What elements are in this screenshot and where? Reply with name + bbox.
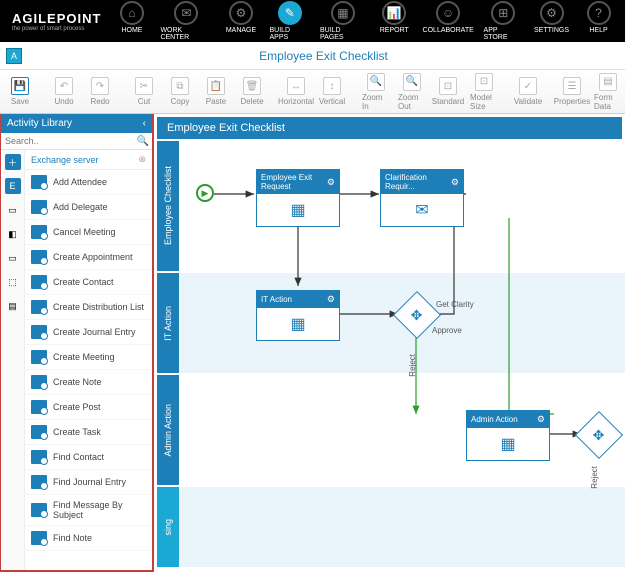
gear-icon[interactable]: ⚙: [537, 414, 545, 425]
tb-model-size[interactable]: ⊡Model Size: [470, 73, 498, 111]
lane-admin: Admin Action: [163, 404, 173, 457]
nav-manage[interactable]: ⚙MANAGE: [219, 0, 264, 43]
gateway-admin[interactable]: ✥: [575, 411, 623, 459]
node-exit-request[interactable]: Employee Exit Request⚙ ▦: [256, 169, 340, 227]
activity-create-appointment[interactable]: Create Appointment: [25, 245, 152, 270]
gear-icon[interactable]: ⚙: [451, 177, 459, 188]
lane-purchasing: sing: [163, 519, 173, 536]
nav-help[interactable]: ?HELP: [576, 0, 621, 43]
nav-settings[interactable]: ⚙SETTINGS: [529, 0, 574, 43]
nav-build-apps[interactable]: ✎BUILD APPS: [266, 0, 315, 43]
tb-paste[interactable]: 📋Paste: [202, 77, 230, 106]
node-it-action[interactable]: IT Action⚙ ▦: [256, 290, 340, 341]
side-tab-3[interactable]: ▭: [5, 202, 21, 218]
side-tab-add[interactable]: ＋: [5, 154, 21, 170]
tb-standard[interactable]: ⊡Standard: [434, 77, 462, 106]
gear-icon[interactable]: ⚙: [327, 177, 335, 188]
group-header[interactable]: Exchange server ⊗: [25, 150, 152, 170]
nav-work-center[interactable]: ✉WORK CENTER: [156, 0, 216, 43]
collapse-icon[interactable]: ‹: [143, 118, 146, 129]
nav-app-store[interactable]: ⊞APP STORE: [480, 0, 527, 43]
activity-find-contact[interactable]: Find Contact: [25, 445, 152, 470]
activity-create-task[interactable]: Create Task: [25, 420, 152, 445]
nav-build-pages[interactable]: ▦BUILD PAGES: [316, 0, 370, 43]
sidebar-header: Activity Library ‹: [1, 114, 152, 133]
activity-find-message-by-subject[interactable]: Find Message By Subject: [25, 495, 152, 526]
tb-copy[interactable]: ⧉Copy: [166, 77, 194, 106]
nav-home[interactable]: ⌂HOME: [109, 0, 154, 43]
side-tab-7[interactable]: ▤: [5, 298, 21, 314]
search-icon[interactable]: 🔍: [134, 133, 152, 149]
page-title: Employee Exit Checklist: [259, 49, 388, 63]
tb-vertical[interactable]: ↕Vertical: [318, 77, 346, 106]
activity-create-journal-entry[interactable]: Create Journal Entry: [25, 320, 152, 345]
activity-add-delegate[interactable]: Add Delegate: [25, 195, 152, 220]
app-icon: A: [6, 48, 22, 64]
lane-employee: Employee Checklist: [163, 166, 173, 245]
activity-create-contact[interactable]: Create Contact: [25, 270, 152, 295]
tb-cut[interactable]: ✂Cut: [130, 77, 158, 106]
tb-zoom-out[interactable]: 🔍Zoom Out: [398, 73, 426, 111]
lane-it: IT Action: [163, 306, 173, 341]
tb-zoom-in[interactable]: 🔍Zoom In: [362, 73, 390, 111]
tb-properties[interactable]: ☰Properties: [558, 77, 586, 106]
side-tab-4[interactable]: ◧: [5, 226, 21, 242]
nav-report[interactable]: 📊REPORT: [372, 0, 417, 43]
activity-create-meeting[interactable]: Create Meeting: [25, 345, 152, 370]
label-get-clarity: Get Clarity: [436, 300, 474, 309]
tb-redo[interactable]: ↷Redo: [86, 77, 114, 106]
label-reject: Reject: [408, 354, 417, 377]
activity-find-journal-entry[interactable]: Find Journal Entry: [25, 470, 152, 495]
canvas-title: Employee Exit Checklist: [157, 117, 622, 139]
label-approve: Approve: [432, 326, 462, 335]
node-clarification[interactable]: Clarification Requir...⚙ ✉: [380, 169, 464, 227]
side-tab-5[interactable]: ▭: [5, 250, 21, 266]
tb-undo[interactable]: ↶Undo: [50, 77, 78, 106]
activity-create-distribution-list[interactable]: Create Distribution List: [25, 295, 152, 320]
activity-create-note[interactable]: Create Note: [25, 370, 152, 395]
side-tab-exchange[interactable]: E: [5, 178, 21, 194]
nav-collaborate[interactable]: ☺COLLABORATE: [419, 0, 478, 43]
start-node[interactable]: ▶: [196, 184, 214, 202]
tb-delete[interactable]: 🗑Delete: [238, 77, 266, 106]
tb-horizontal[interactable]: ↔Horizontal: [282, 77, 310, 106]
activity-cancel-meeting[interactable]: Cancel Meeting: [25, 220, 152, 245]
search-input[interactable]: [1, 133, 134, 149]
brand-logo: AGILEPOINT the power of smart process: [4, 11, 109, 32]
label-reject2: Reject: [590, 466, 599, 489]
node-admin-action[interactable]: Admin Action⚙ ▦: [466, 410, 550, 461]
gear-icon[interactable]: ⚙: [327, 294, 335, 305]
activity-find-note[interactable]: Find Note: [25, 526, 152, 551]
tb-validate[interactable]: ✓Validate: [514, 77, 542, 106]
sidebar-title: Activity Library: [7, 118, 72, 129]
tb-save[interactable]: 💾Save: [6, 77, 34, 106]
activity-add-attendee[interactable]: Add Attendee: [25, 170, 152, 195]
side-tab-6[interactable]: ⬚: [5, 274, 21, 290]
close-icon[interactable]: ⊗: [138, 154, 146, 165]
activity-create-post[interactable]: Create Post: [25, 395, 152, 420]
tb-form-data[interactable]: ▤Form Data: [594, 73, 622, 111]
